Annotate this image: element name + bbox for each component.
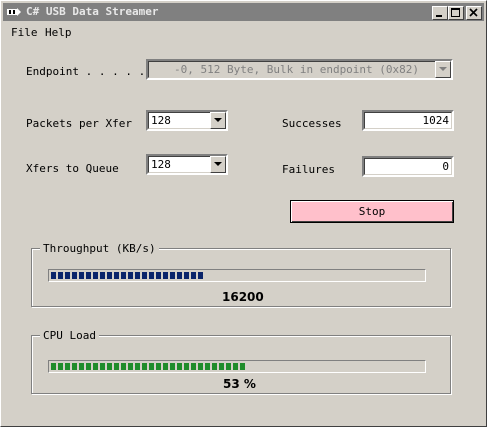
- failures-field[interactable]: 0: [362, 156, 454, 177]
- progress-segment: [135, 272, 140, 279]
- close-icon: [469, 8, 478, 17]
- throughput-value: 16200: [222, 290, 264, 304]
- queue-dropdown-button[interactable]: [210, 156, 226, 173]
- progress-segment: [177, 272, 182, 279]
- close-button[interactable]: [466, 6, 482, 20]
- progress-segment: [121, 363, 126, 370]
- xfers-to-queue-label: Xfers to Queue: [26, 162, 119, 175]
- throughput-progress-bar: [48, 269, 426, 282]
- progress-segment: [163, 272, 168, 279]
- progress-segment: [198, 272, 203, 279]
- failures-label: Failures: [282, 163, 335, 176]
- progress-segment: [219, 363, 224, 370]
- progress-segment: [149, 363, 154, 370]
- progress-segment: [51, 272, 56, 279]
- progress-segment: [93, 272, 98, 279]
- menu-file[interactable]: File: [11, 26, 38, 39]
- progress-segment: [93, 363, 98, 370]
- progress-segment: [212, 363, 217, 370]
- throughput-progress-fill: [51, 272, 203, 279]
- packets-per-xfer-select[interactable]: 128: [146, 110, 228, 131]
- progress-segment: [100, 272, 105, 279]
- progress-segment: [142, 363, 147, 370]
- progress-segment: [142, 272, 147, 279]
- progress-segment: [226, 363, 231, 370]
- progress-segment: [205, 363, 210, 370]
- progress-segment: [114, 272, 119, 279]
- stop-button[interactable]: Stop: [290, 200, 454, 223]
- progress-segment: [184, 363, 189, 370]
- endpoint-dropdown-button[interactable]: [435, 61, 451, 78]
- successes-field[interactable]: 1024: [362, 110, 454, 131]
- app-window: C# USB Data Streamer File Help Endpoint …: [0, 0, 487, 427]
- chevron-down-icon: [214, 118, 222, 122]
- throughput-title: Throughput (KB/s): [40, 242, 159, 255]
- progress-segment: [79, 272, 84, 279]
- usb-app-icon: [7, 8, 21, 16]
- cpu-load-title: CPU Load: [40, 329, 99, 342]
- maximize-button[interactable]: [448, 6, 464, 20]
- progress-segment: [72, 272, 77, 279]
- progress-segment: [107, 272, 112, 279]
- chevron-down-icon: [214, 162, 222, 166]
- successes-value: 1024: [422, 114, 450, 127]
- progress-segment: [121, 272, 126, 279]
- endpoint-select[interactable]: -0, 512 Byte, Bulk in endpoint (0x82): [146, 59, 453, 80]
- failures-value: 0: [442, 160, 449, 173]
- menu-bar: File Help: [3, 23, 484, 41]
- progress-segment: [58, 363, 63, 370]
- progress-segment: [107, 363, 112, 370]
- cpu-load-progress-fill: [51, 363, 245, 370]
- xfers-to-queue-select[interactable]: 128: [146, 154, 228, 175]
- progress-segment: [170, 363, 175, 370]
- progress-segment: [72, 363, 77, 370]
- minimize-button[interactable]: [432, 6, 448, 20]
- progress-segment: [233, 363, 238, 370]
- progress-segment: [191, 272, 196, 279]
- progress-segment: [128, 272, 133, 279]
- progress-segment: [65, 363, 70, 370]
- maximize-icon: [451, 8, 460, 17]
- packets-per-xfer-value: 128: [151, 114, 171, 127]
- packets-dropdown-button[interactable]: [210, 112, 226, 129]
- cpu-load-progress-bar: [48, 360, 426, 373]
- progress-segment: [100, 363, 105, 370]
- progress-segment: [79, 363, 84, 370]
- progress-segment: [149, 272, 154, 279]
- progress-segment: [163, 363, 168, 370]
- window-title: C# USB Data Streamer: [26, 5, 159, 18]
- chevron-down-icon: [439, 67, 447, 71]
- progress-segment: [156, 363, 161, 370]
- minimize-icon: [436, 15, 442, 17]
- progress-segment: [51, 363, 56, 370]
- progress-segment: [128, 363, 133, 370]
- progress-segment: [240, 363, 245, 370]
- progress-segment: [114, 363, 119, 370]
- progress-segment: [65, 272, 70, 279]
- progress-segment: [86, 363, 91, 370]
- successes-label: Successes: [282, 117, 342, 130]
- progress-segment: [58, 272, 63, 279]
- progress-segment: [156, 272, 161, 279]
- progress-segment: [135, 363, 140, 370]
- progress-segment: [86, 272, 91, 279]
- menu-help[interactable]: Help: [45, 26, 72, 39]
- progress-segment: [177, 363, 182, 370]
- cpu-load-value: 53 %: [223, 377, 256, 391]
- progress-segment: [191, 363, 196, 370]
- title-bar[interactable]: C# USB Data Streamer: [3, 3, 484, 21]
- progress-segment: [198, 363, 203, 370]
- progress-segment: [184, 272, 189, 279]
- xfers-to-queue-value: 128: [151, 158, 171, 171]
- progress-segment: [170, 272, 175, 279]
- packets-per-xfer-label: Packets per Xfer: [26, 117, 132, 130]
- endpoint-value: -0, 512 Byte, Bulk in endpoint (0x82): [174, 63, 420, 76]
